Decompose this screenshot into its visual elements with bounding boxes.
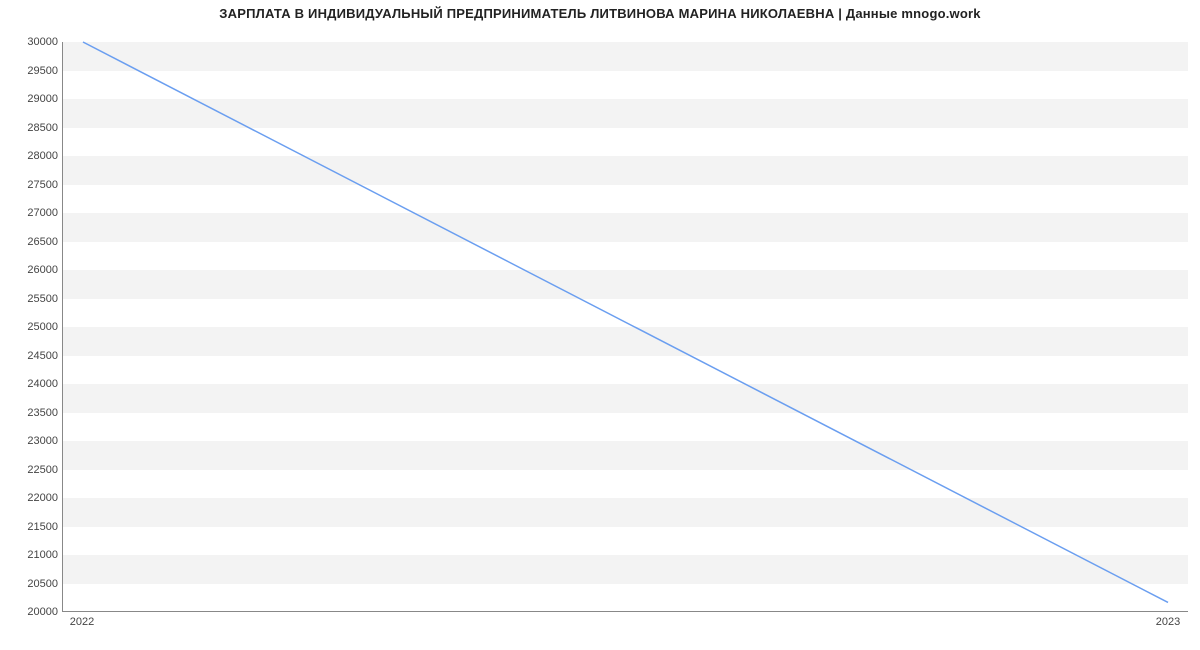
chart-title: ЗАРПЛАТА В ИНДИВИДУАЛЬНЫЙ ПРЕДПРИНИМАТЕЛ…	[0, 6, 1200, 21]
y-tick-label: 29000	[8, 93, 58, 105]
y-tick-label: 21000	[8, 549, 58, 561]
series-line	[83, 42, 1168, 602]
y-tick-label: 24000	[8, 378, 58, 390]
y-tick-label: 26000	[8, 264, 58, 276]
y-tick-label: 22500	[8, 464, 58, 476]
y-tick-label: 20000	[8, 606, 58, 618]
y-tick-label: 21500	[8, 521, 58, 533]
y-tick-label: 23000	[8, 435, 58, 447]
y-tick-label: 29500	[8, 65, 58, 77]
x-tick-label: 2022	[70, 616, 94, 628]
y-tick-label: 25500	[8, 293, 58, 305]
y-tick-label: 27500	[8, 179, 58, 191]
y-tick-label: 22000	[8, 492, 58, 504]
x-tick-label: 2023	[1156, 616, 1180, 628]
chart-container: ЗАРПЛАТА В ИНДИВИДУАЛЬНЫЙ ПРЕДПРИНИМАТЕЛ…	[0, 0, 1200, 650]
y-tick-label: 27000	[8, 207, 58, 219]
y-tick-label: 26500	[8, 236, 58, 248]
y-tick-label: 25000	[8, 321, 58, 333]
y-tick-label: 24500	[8, 350, 58, 362]
y-tick-label: 28500	[8, 122, 58, 134]
y-tick-label: 20500	[8, 578, 58, 590]
y-tick-label: 23500	[8, 407, 58, 419]
y-tick-label: 30000	[8, 36, 58, 48]
line-layer	[63, 42, 1188, 611]
plot-area	[62, 42, 1188, 612]
y-tick-label: 28000	[8, 150, 58, 162]
